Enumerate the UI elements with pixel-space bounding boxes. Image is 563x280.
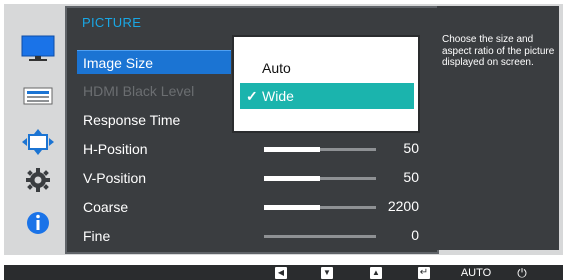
menu-item-label: H-Position (83, 141, 148, 157)
option-auto[interactable]: Auto (240, 55, 414, 81)
auto-button[interactable]: AUTO (456, 267, 496, 279)
information-icon[interactable] (18, 210, 58, 234)
v-position-value: 50 (403, 169, 419, 185)
option-label: Auto (262, 60, 291, 76)
system-gear-icon[interactable] (18, 167, 58, 192)
monitor-button-bar: ◀ ▼ ▲ ↵ AUTO ⏻ (4, 265, 563, 280)
down-button[interactable]: ▼ (321, 267, 333, 279)
slider-fill (264, 147, 320, 152)
slider-fill (264, 176, 320, 181)
menu-title: PICTURE (82, 15, 142, 30)
left-arrow-icon: ◀ (277, 268, 285, 277)
coarse-value: 2200 (387, 198, 419, 214)
menu-item-label: V-Position (83, 170, 147, 186)
picture-icon[interactable] (18, 34, 58, 61)
up-button[interactable]: ▲ (370, 267, 382, 279)
h-position-value: 50 (403, 140, 419, 156)
menu-item-label: Image Size (83, 55, 154, 71)
option-label: Wide (262, 88, 294, 104)
down-arrow-icon: ▼ (323, 268, 331, 277)
left-button[interactable]: ◀ (275, 267, 287, 279)
up-arrow-icon: ▲ (372, 268, 380, 277)
image-size-popup: Auto ✓ Wide (232, 35, 420, 133)
fine-value: 0 (411, 227, 419, 243)
menu-item-image-size[interactable]: Image Size (77, 50, 231, 74)
menu-item-label: Fine (83, 228, 111, 244)
menu-item-label: HDMI Black Level (83, 83, 195, 99)
enter-icon: ↵ (419, 267, 429, 278)
help-text: Choose the size and aspect ratio of the … (442, 34, 555, 68)
menu-item-label: Response Time (83, 112, 181, 128)
slider-fill (264, 205, 320, 210)
option-wide[interactable]: ✓ Wide (240, 83, 414, 109)
checkmark-icon: ✓ (246, 88, 258, 104)
power-button[interactable]: ⏻ (510, 267, 534, 279)
onscreen-display-icon[interactable] (18, 86, 58, 110)
menu-item-label: Coarse (83, 199, 129, 215)
setup-icon[interactable] (18, 127, 58, 155)
enter-button[interactable]: ↵ (418, 267, 430, 279)
